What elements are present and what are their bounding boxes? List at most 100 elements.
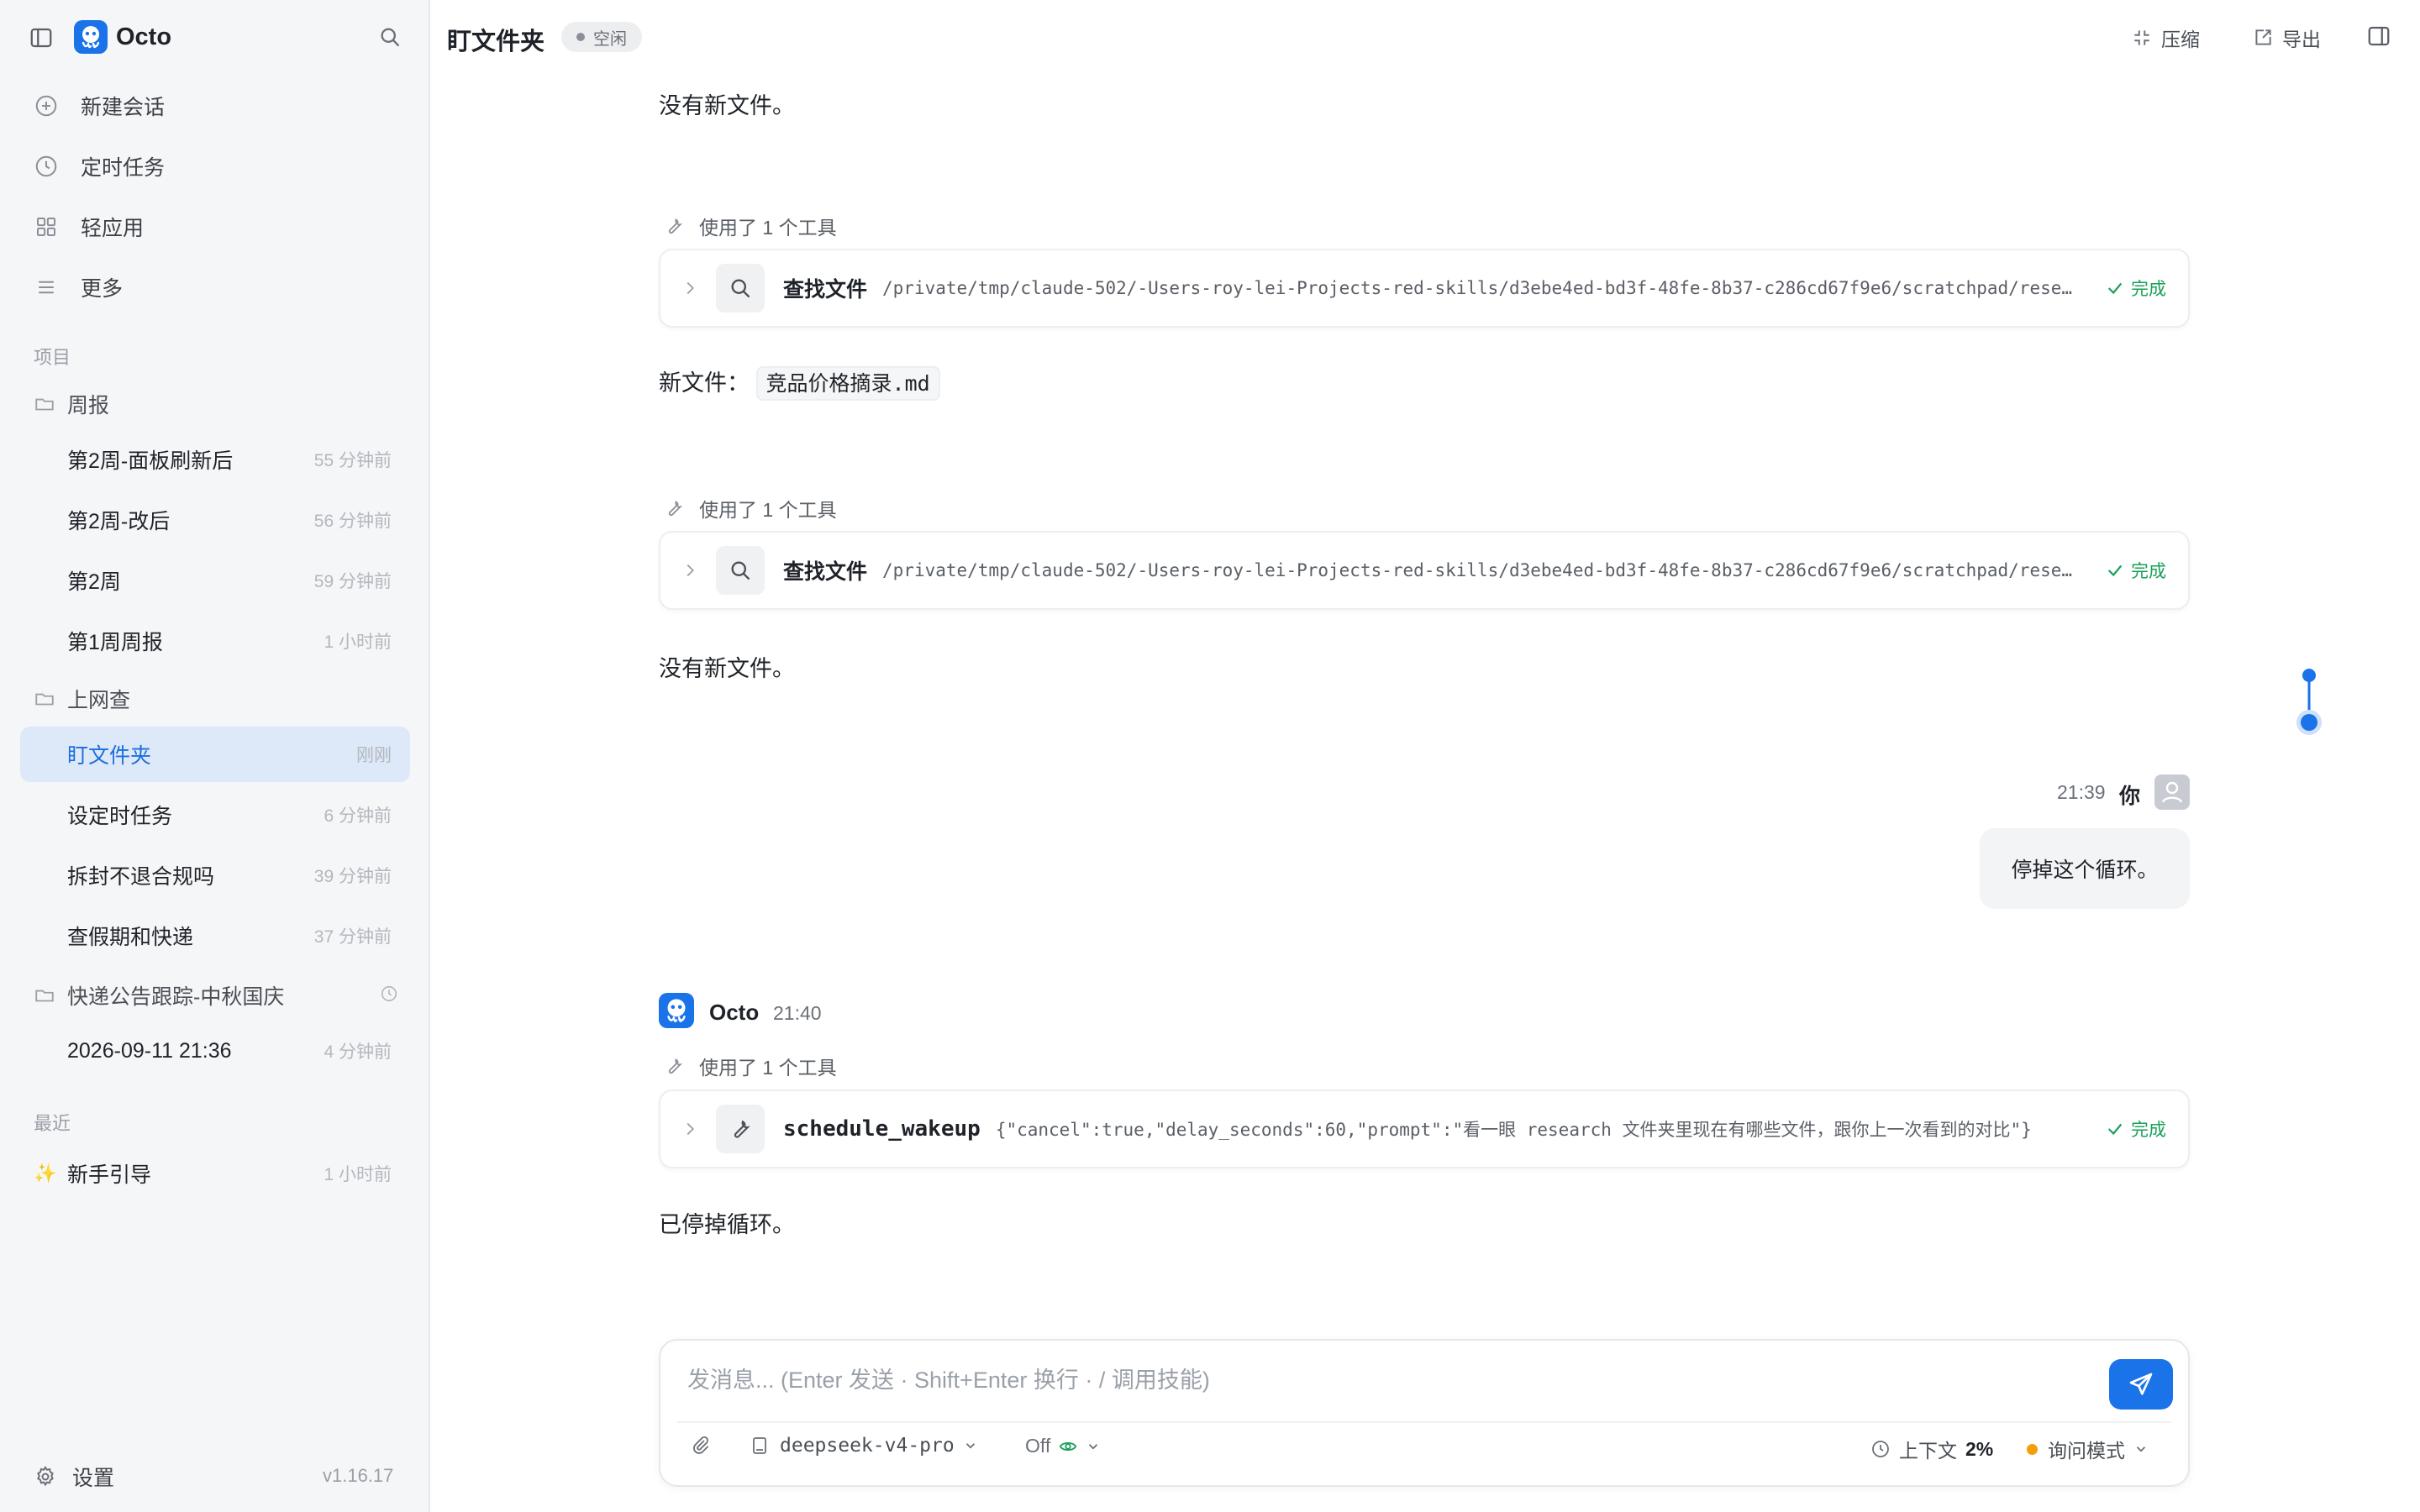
tool-used-text: 使用了 1 个工具 xyxy=(699,499,837,521)
user-avatar xyxy=(2154,774,2190,810)
conversation-title: 第2周 xyxy=(67,570,121,594)
gear-icon xyxy=(34,1465,57,1488)
conversation-title: 查假期和快递 xyxy=(67,926,194,949)
chevron-down-icon xyxy=(1086,1439,1101,1454)
conversation-item[interactable]: 第2周 59 分钟前 xyxy=(20,553,410,608)
folder-schedule-clock-icon xyxy=(380,984,398,1003)
tool-status: 完成 xyxy=(2106,558,2166,583)
assistant-name: Octo xyxy=(709,1000,760,1025)
conversation-time: 59 分钟前 xyxy=(313,572,392,591)
grid-icon xyxy=(34,214,59,239)
assistant-message: 没有新文件。 xyxy=(659,656,795,681)
mode-status-dot xyxy=(2027,1443,2038,1455)
chevron-down-icon xyxy=(2133,1441,2149,1457)
conversation-item[interactable]: 拆封不退合规吗 39 分钟前 xyxy=(20,848,410,903)
sidebar: Octo 新建会话 定时任务 轻应用 更多 项目 周报 第2周-面板刷新后 55 … xyxy=(0,0,430,1512)
conversation-item[interactable]: 设定时任务 6 分钟前 xyxy=(20,787,410,843)
folder-name: 周报 xyxy=(67,394,110,417)
compress-button[interactable]: 压缩 xyxy=(2131,24,2200,52)
folder-icon xyxy=(34,393,55,415)
assistant-avatar xyxy=(659,993,694,1028)
conversation-title: 新手引导 xyxy=(67,1163,152,1187)
mode-selector[interactable]: 询问模式 xyxy=(2027,1435,2149,1463)
folder-icon xyxy=(34,984,55,1006)
user-message-text: 停掉这个循环。 xyxy=(2011,858,2159,882)
tool-call-card[interactable]: 查找文件 /private/tmp/claude-502/-Users-roy-… xyxy=(659,531,2190,610)
nav-scheduled-tasks[interactable]: 定时任务 xyxy=(34,143,403,190)
tool-args: /private/tmp/claude-502/-Users-roy-lei-P… xyxy=(882,278,2082,298)
tool-call-card[interactable]: schedule_wakeup {"cancel":true,"delay_se… xyxy=(659,1089,2190,1168)
clock-icon xyxy=(34,154,59,179)
new-file-name: 竞品价格摘录.md xyxy=(755,366,940,401)
context-value: 2% xyxy=(1965,1437,1994,1460)
tool-call-card[interactable]: 查找文件 /private/tmp/claude-502/-Users-roy-… xyxy=(659,249,2190,328)
conversation-item[interactable]: 第1周周报 1 小时前 xyxy=(20,613,410,669)
tool-name: schedule_wakeup xyxy=(783,1116,981,1142)
folder-web-search[interactable]: 上网查 xyxy=(34,677,403,721)
context-label: 上下文 xyxy=(1899,1440,1957,1462)
scroll-timeline-marker[interactable] xyxy=(2294,664,2324,741)
mode-label: 询问模式 xyxy=(2048,1440,2125,1462)
menu-icon xyxy=(34,275,59,300)
chevron-right-icon[interactable] xyxy=(681,279,699,297)
user-name: 你 xyxy=(2119,785,2141,808)
nav-new-chat[interactable]: 新建会话 xyxy=(34,82,403,129)
tool-status: 完成 xyxy=(2106,276,2166,301)
folder-weekly-report[interactable]: 周报 xyxy=(34,382,403,426)
check-icon xyxy=(2106,561,2124,580)
paperclip-icon xyxy=(691,1435,711,1455)
recent-item[interactable]: ✨ 新手引导 1 小时前 xyxy=(20,1146,410,1201)
nav-label: 轻应用 xyxy=(81,217,145,240)
conversation-item[interactable]: 查假期和快递 37 分钟前 xyxy=(20,908,410,963)
conversation-title: 第1周周报 xyxy=(67,631,163,654)
toggle-right-panel-icon[interactable] xyxy=(2366,24,2391,49)
tool-used-text: 使用了 1 个工具 xyxy=(699,1057,837,1079)
export-label: 导出 xyxy=(2282,29,2321,50)
projects-section-label: 项目 xyxy=(34,347,71,368)
conversation-time: 39 分钟前 xyxy=(313,867,392,886)
wrench-icon xyxy=(716,1105,765,1153)
conversation-item[interactable]: 第2周-改后 56 分钟前 xyxy=(20,492,410,548)
check-icon xyxy=(2106,279,2124,297)
conversation-time: 1 小时前 xyxy=(324,1165,392,1184)
user-message-time: 21:39 xyxy=(2057,781,2106,803)
conversation-title: 2026-09-11 21:36 xyxy=(67,1038,232,1063)
conversation-time: 6 分钟前 xyxy=(324,806,392,826)
nav-light-apps[interactable]: 轻应用 xyxy=(34,203,403,250)
nav-label: 定时任务 xyxy=(81,156,166,180)
nav-more[interactable]: 更多 xyxy=(34,264,403,311)
attach-button[interactable] xyxy=(691,1435,711,1455)
settings-button[interactable]: 设置 xyxy=(34,1462,114,1492)
conversation-item[interactable]: 第2周-面板刷新后 55 分钟前 xyxy=(20,432,410,487)
search-icon[interactable] xyxy=(378,25,402,49)
chevron-right-icon[interactable] xyxy=(681,1120,699,1138)
tool-status: 完成 xyxy=(2106,1116,2166,1142)
conversation-item[interactable]: 2026-09-11 21:36 4 分钟前 xyxy=(20,1023,410,1079)
conversation-time: 4 分钟前 xyxy=(324,1042,392,1062)
thinking-toggle[interactable]: Off xyxy=(1025,1435,1101,1457)
send-icon xyxy=(2128,1371,2154,1398)
nav-label: 新建会话 xyxy=(81,96,166,119)
tool-status-text: 完成 xyxy=(2131,280,2166,299)
folder-express-tracking[interactable]: 快递公告跟踪-中秋国庆 xyxy=(34,974,403,1017)
toggle-sidebar-icon[interactable] xyxy=(29,25,54,50)
page-title: 盯文件夹 xyxy=(447,29,545,55)
send-button[interactable] xyxy=(2109,1359,2173,1410)
settings-label: 设置 xyxy=(72,1467,115,1490)
chevron-right-icon[interactable] xyxy=(681,561,699,580)
tool-status-text: 完成 xyxy=(2131,562,2166,581)
conversation-time: 1 小时前 xyxy=(324,633,392,652)
tool-used-text: 使用了 1 个工具 xyxy=(699,217,837,239)
tool-args: /private/tmp/claude-502/-Users-roy-lei-P… xyxy=(882,560,2082,580)
check-icon xyxy=(2106,1120,2124,1138)
conversation-item-active[interactable]: 盯文件夹 刚刚 xyxy=(20,727,410,782)
model-selector[interactable]: deepseek-v4-pro xyxy=(750,1435,978,1457)
export-button[interactable]: 导出 xyxy=(2252,24,2321,52)
nav-label: 更多 xyxy=(81,277,124,301)
search-icon xyxy=(716,264,765,312)
message-input[interactable] xyxy=(686,1359,2067,1401)
status-text: 空闲 xyxy=(593,29,627,49)
model-icon xyxy=(750,1436,770,1456)
plus-circle-icon xyxy=(34,93,59,118)
tool-name: 查找文件 xyxy=(783,560,868,584)
